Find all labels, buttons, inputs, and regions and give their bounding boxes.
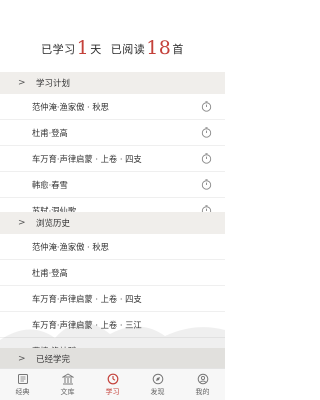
tab-library[interactable]: 文库	[45, 369, 90, 400]
chevron-right-icon: >	[18, 78, 26, 88]
plan-item-label: 韩愈·春雪	[32, 179, 68, 190]
poems-unit: 首	[172, 43, 184, 56]
read-prefix: 已阅读	[110, 43, 146, 56]
tab-profile[interactable]: 我的	[180, 369, 225, 400]
tab-label: 文库	[60, 387, 75, 396]
study-stats: 已学习1天 已阅读18首	[0, 36, 225, 59]
tab-discover[interactable]: 发现	[135, 369, 180, 400]
tab-label: 发现	[150, 387, 165, 396]
history-item[interactable]: 范仲淹·渔家傲 · 秋思	[0, 234, 225, 260]
days-unit: 天	[90, 43, 102, 56]
tab-classics[interactable]: 经典	[0, 369, 45, 400]
plan-item-label: 杜甫·登高	[32, 127, 68, 138]
landscape-watermark	[0, 322, 225, 368]
chevron-right-icon: >	[18, 218, 26, 228]
poems-count: 18	[146, 37, 172, 59]
plan-item[interactable]: 范仲淹·渔家傲 · 秋思	[0, 94, 225, 120]
compass-icon	[152, 373, 163, 384]
timer-icon[interactable]	[201, 101, 212, 112]
bottom-tab-bar: 经典 文库 学习 发现 我的	[0, 368, 225, 400]
plan-item[interactable]: 杜甫·登高	[0, 120, 225, 146]
studied-prefix: 已学习	[41, 43, 76, 56]
tab-label: 我的	[195, 387, 210, 396]
section-title: 学习计划	[36, 79, 71, 89]
tab-study[interactable]: 学习	[90, 369, 135, 400]
stats-header: 已学习1天 已阅读18首	[0, 0, 225, 72]
section-browse-history[interactable]: > 浏览历史	[0, 212, 225, 234]
history-item-label: 范仲淹·渔家傲 · 秋思	[32, 241, 109, 252]
plan-item[interactable]: 车万育·声律启蒙 · 上卷 · 四支	[0, 146, 225, 172]
tab-label: 经典	[15, 387, 30, 396]
timer-icon[interactable]	[201, 179, 212, 190]
library-icon	[61, 372, 74, 384]
profile-icon	[197, 373, 208, 384]
history-item[interactable]: 杜甫·登高	[0, 260, 225, 286]
section-title: 浏览历史	[36, 219, 71, 229]
study-icon	[107, 373, 118, 384]
timer-icon[interactable]	[201, 153, 212, 164]
plan-item-label: 车万育·声律启蒙 · 上卷 · 四支	[32, 153, 142, 164]
plan-item[interactable]: 韩愈·春雪	[0, 172, 225, 198]
book-icon	[17, 373, 28, 384]
section-study-plan[interactable]: > 学习计划	[0, 72, 225, 94]
history-item-label: 杜甫·登高	[32, 267, 68, 278]
days-count: 1	[76, 37, 90, 59]
plan-item-label: 范仲淹·渔家傲 · 秋思	[32, 101, 109, 112]
timer-icon[interactable]	[201, 127, 212, 138]
tab-label: 学习	[105, 387, 120, 396]
